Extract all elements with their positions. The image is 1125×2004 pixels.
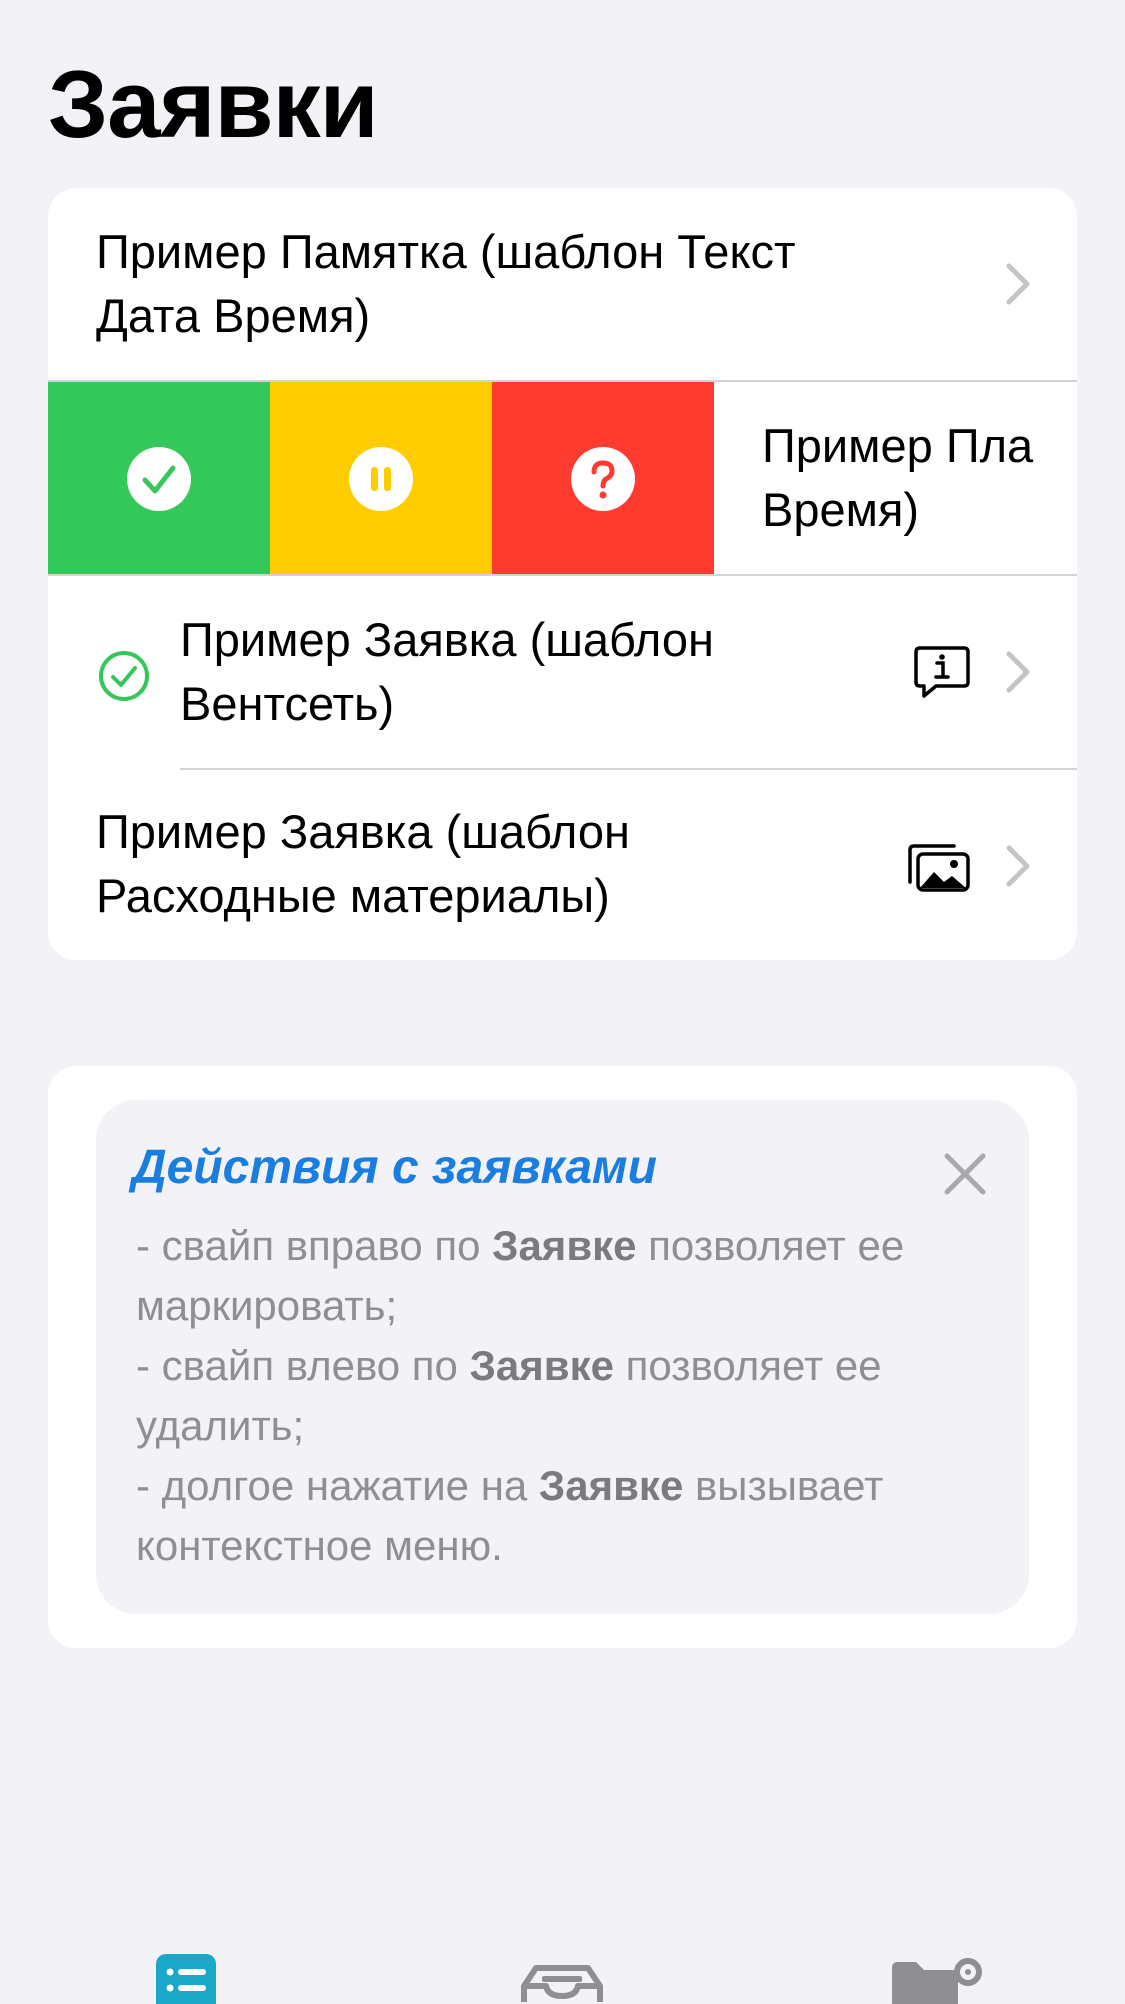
mark-done-button[interactable] (48, 382, 270, 575)
list-item-label-line1: Пример Памятка (шаблон Текст (96, 225, 796, 278)
photos-icon (908, 844, 970, 892)
tip-line: - долгое нажатие на Заявке вызывает конт… (136, 1462, 884, 1569)
list-icon[interactable] (156, 1954, 216, 2004)
checkmark-circle-icon (127, 446, 191, 511)
list-item-label-line2: Расходные материалы) (96, 869, 610, 922)
requests-list: Пример Памятка (шаблон Текст Дата Время) (48, 188, 1077, 960)
pause-circle-icon (349, 446, 413, 511)
page-title: Заявки (48, 51, 379, 158)
question-circle-icon (571, 446, 635, 511)
list-item-label-line2: Время) (762, 483, 920, 536)
pause-button[interactable] (270, 382, 492, 575)
tip-line: - свайп вправо по Заявке позволяет ее ма… (136, 1222, 905, 1329)
list-item-label-line2: Вентсеть) (180, 677, 395, 730)
list-item[interactable]: Пример Заявка (шаблон Вентсеть) (48, 576, 1077, 769)
list-item-label-line1: Пример Заявка (шаблон (180, 613, 714, 666)
folder-settings-icon[interactable] (890, 1958, 986, 2004)
close-icon[interactable] (943, 1152, 987, 1196)
list-item-label-line2: Дата Время) (96, 289, 371, 342)
list-item-swiped[interactable]: Пример Пла Время) (48, 382, 1077, 575)
list-item[interactable]: Пример Памятка (шаблон Текст Дата Время) (48, 188, 1077, 381)
tip-title: Действия с заявками (132, 1141, 657, 1194)
chevron-right-icon (1006, 263, 1030, 305)
list-item[interactable]: Пример Заявка (шаблон Расходные материал… (48, 770, 1077, 960)
tip-box: Действия с заявками - свайп вправо по За… (96, 1100, 1029, 1614)
info-bubble-icon (914, 646, 970, 698)
inbox-tray-icon[interactable] (520, 1964, 604, 2004)
check-circle-icon (99, 651, 149, 701)
list-item-label-line1: Пример Заявка (шаблон (96, 805, 630, 858)
tab-bar (0, 1940, 1125, 2004)
tip-card: Действия с заявками - свайп вправо по За… (48, 1066, 1077, 1648)
chevron-right-icon (1006, 845, 1030, 887)
list-item-label-line1: Пример Пла (762, 419, 1034, 472)
tip-body: - свайп вправо по Заявке позволяет ее ма… (136, 1216, 1006, 1576)
chevron-right-icon (1006, 651, 1030, 693)
tip-line: - свайп влево по Заявке позволяет ее уда… (136, 1342, 882, 1449)
question-button[interactable] (492, 382, 714, 575)
